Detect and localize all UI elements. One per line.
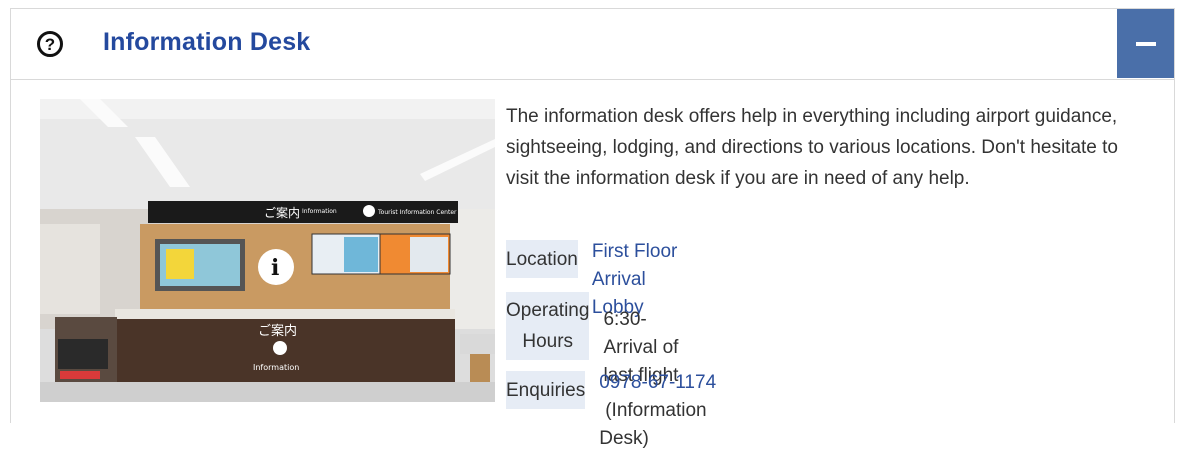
counter-jp-text: ご案内 <box>258 323 297 339</box>
location-label: Location <box>506 240 578 278</box>
info-glyph: i <box>271 255 279 281</box>
sign-tourist-text: Tourist Information Center <box>377 209 457 216</box>
information-desk-photo: ご案内 Information Tourist Information Cent… <box>40 99 495 402</box>
description-text: The information desk offers help in ever… <box>506 106 1118 189</box>
hours-label-line1: Operating <box>506 300 590 321</box>
sign-main-text: ご案内 <box>264 205 300 220</box>
enquiries-note: (Information Desk) <box>599 400 707 449</box>
panel-header[interactable]: ? Information Desk <box>11 9 1174 80</box>
question-circle-icon: ? <box>37 31 63 57</box>
phone-link[interactable]: 0978-67-1174 <box>599 372 716 393</box>
minus-icon <box>1135 41 1156 46</box>
panel-title: Information Desk <box>103 28 311 56</box>
enquiries-value: 0978-67-1174 (Information Desk) <box>599 369 745 453</box>
hours-label-line2: Hours <box>522 331 574 352</box>
enquiries-label: Enquiries <box>506 371 586 409</box>
sign-info-text: Information <box>302 208 337 215</box>
collapse-button[interactable] <box>1117 9 1174 78</box>
counter-en-text: Information <box>253 363 299 372</box>
hours-label: Operating Hours <box>506 292 590 360</box>
enquiries-row: Enquiries 0978-67-1174 (Information Desk… <box>506 371 745 453</box>
